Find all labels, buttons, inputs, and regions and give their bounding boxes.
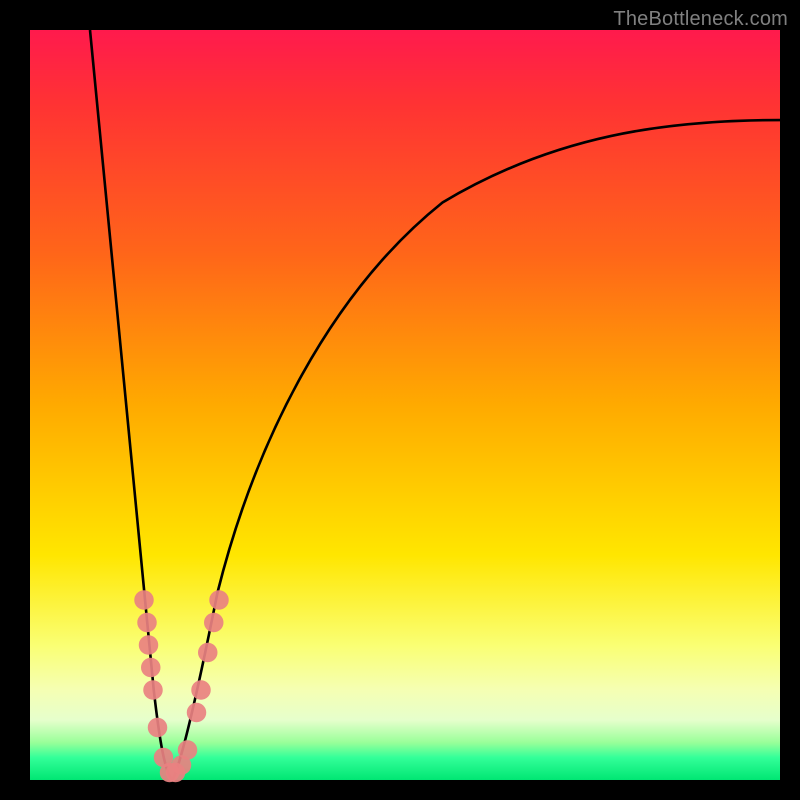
plot-area [30,30,780,780]
watermark-text: TheBottleneck.com [613,8,788,31]
curve-right [173,120,781,780]
marker-group [134,590,229,782]
curve-layer [30,30,780,780]
